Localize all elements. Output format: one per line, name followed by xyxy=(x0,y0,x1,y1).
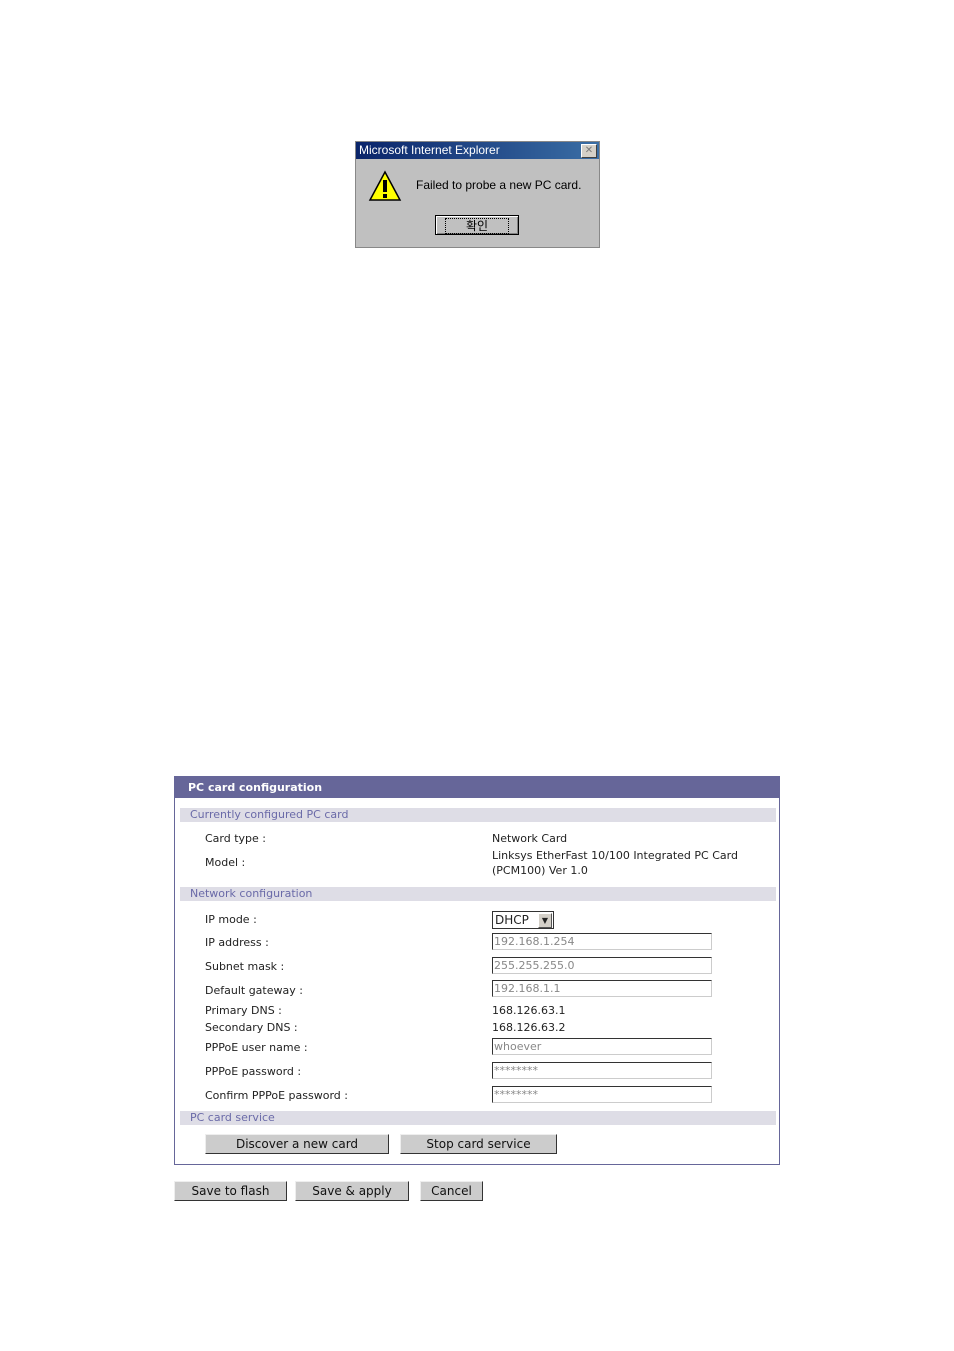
model-value-line1: Linksys EtherFast 10/100 Integrated PC C… xyxy=(492,849,738,862)
pppoe-password-input[interactable]: ******** xyxy=(492,1062,712,1079)
ip-address-label: IP address : xyxy=(205,936,269,949)
save-to-flash-button[interactable]: Save to flash xyxy=(174,1181,287,1201)
default-gateway-input[interactable]: 192.168.1.1 xyxy=(492,980,712,997)
section-current-card: Currently configured PC card xyxy=(180,808,776,822)
card-type-label: Card type : xyxy=(205,832,267,845)
confirm-pppoe-password-label: Confirm PPPoE password : xyxy=(205,1089,348,1102)
discover-card-button[interactable]: Discover a new card xyxy=(205,1134,389,1154)
secondary-dns-label: Secondary DNS : xyxy=(205,1021,298,1034)
primary-dns-label: Primary DNS : xyxy=(205,1004,282,1017)
secondary-dns-value: 168.126.63.2 xyxy=(492,1021,566,1034)
ip-mode-value: DHCP xyxy=(495,913,529,927)
card-type-value: Network Card xyxy=(492,832,568,845)
pppoe-password-label: PPPoE password : xyxy=(205,1065,302,1078)
close-icon[interactable]: ✕ xyxy=(581,144,597,158)
subnet-mask-input[interactable]: 255.255.255.0 xyxy=(492,957,712,974)
dialog-title: Microsoft Internet Explorer xyxy=(356,142,599,159)
subnet-mask-label: Subnet mask : xyxy=(205,960,285,973)
ip-mode-select[interactable]: DHCP ▼ xyxy=(492,911,554,929)
chevron-down-icon[interactable]: ▼ xyxy=(538,913,552,928)
ok-button[interactable]: 확인 xyxy=(435,215,519,235)
ip-mode-label: IP mode : xyxy=(205,913,257,926)
primary-dns-value: 168.126.63.1 xyxy=(492,1004,566,1017)
save-apply-button[interactable]: Save & apply xyxy=(295,1181,409,1201)
default-gateway-label: Default gateway : xyxy=(205,984,303,997)
pppoe-user-input[interactable]: whoever xyxy=(492,1038,712,1055)
section-network: Network configuration xyxy=(180,887,776,901)
model-value-line2: (PCM100) Ver 1.0 xyxy=(492,864,588,877)
ok-label: 확인 xyxy=(444,218,510,234)
panel-title: PC card configuration xyxy=(175,777,779,798)
pppoe-user-label: PPPoE user name : xyxy=(205,1041,308,1054)
confirm-pppoe-password-input[interactable]: ******** xyxy=(492,1086,712,1103)
model-label: Model : xyxy=(205,856,246,869)
ip-address-input[interactable]: 192.168.1.254 xyxy=(492,933,712,950)
pc-card-config-panel: PC card configuration Currently configur… xyxy=(174,776,780,1165)
dialog-message: Failed to probe a new PC card. xyxy=(416,178,582,192)
warning-icon xyxy=(368,170,402,201)
stop-card-service-button[interactable]: Stop card service xyxy=(400,1134,557,1154)
cancel-button[interactable]: Cancel xyxy=(420,1181,483,1201)
section-service: PC card service xyxy=(180,1111,776,1125)
alert-dialog: Microsoft Internet Explorer ✕ Failed to … xyxy=(355,141,600,248)
